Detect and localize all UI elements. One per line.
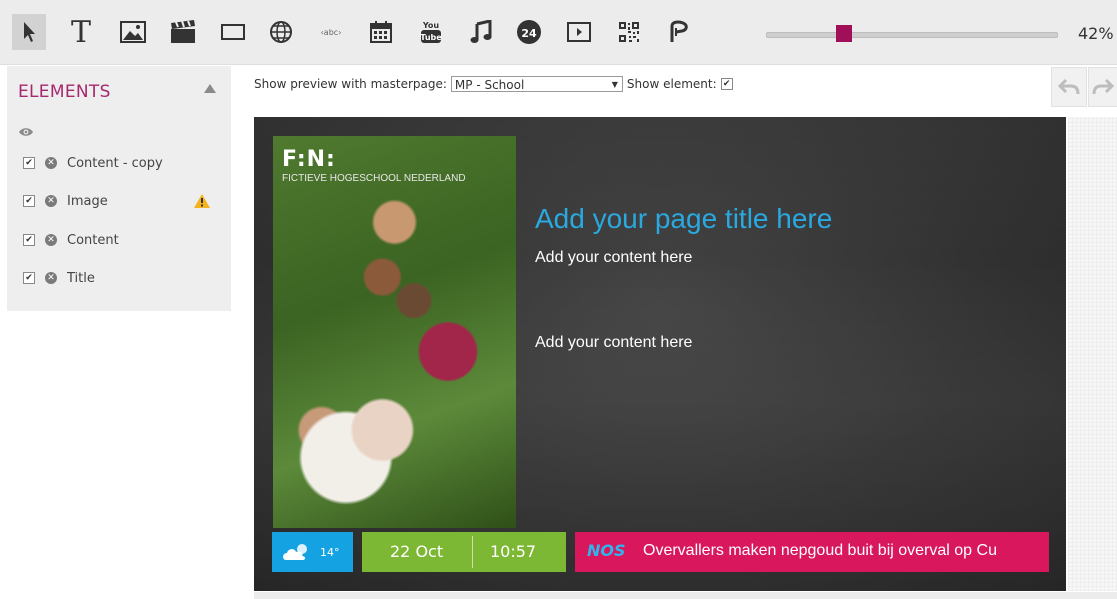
collapse-icon[interactable] [204, 84, 216, 93]
weather-temperature: 14° [320, 545, 340, 559]
image-element[interactable]: F:N: FICTIEVE HOGESCHOOL NEDERLAND [273, 136, 516, 528]
audio-tool[interactable] [464, 14, 498, 50]
dropdown-arrow-icon: ▼ [611, 80, 618, 89]
show-element-label: Show element: [626, 77, 717, 91]
cursor-icon [24, 22, 35, 42]
image-tool[interactable] [116, 14, 150, 50]
element-checkbox[interactable]: ✔ [23, 157, 35, 169]
qr-tool[interactable] [612, 14, 646, 50]
redo-button[interactable] [1088, 67, 1117, 107]
remove-icon[interactable]: ✕ [45, 157, 57, 169]
redo-icon [1092, 78, 1114, 95]
masterpage-value: MP - School [454, 78, 525, 92]
zoom-slider-handle[interactable] [836, 25, 852, 42]
web-tool[interactable] [264, 14, 298, 50]
news-headline: Overvallers maken nepgoud buit bij overv… [643, 542, 997, 559]
signature-tool[interactable] [662, 14, 696, 50]
zoom-slider-track[interactable] [766, 32, 1058, 38]
play-icon [567, 22, 591, 42]
date-time-widget: 22 Oct 10:57 [362, 532, 566, 572]
element-item-content[interactable]: ✔ ✕ Content [23, 230, 119, 250]
ticker-tool[interactable]: ‹abc› [314, 14, 348, 50]
clapperboard-icon [171, 20, 195, 43]
media-tool[interactable] [562, 14, 596, 50]
cloud-sun-icon [283, 544, 307, 560]
title-element[interactable]: Add your page title here [535, 203, 832, 235]
globe-icon [270, 21, 292, 43]
weather-widget: 14° [272, 532, 353, 572]
content-copy-element[interactable]: Add your content here [535, 334, 692, 352]
preview-bar: Show preview with masterpage: MP - Schoo… [254, 76, 733, 92]
content-element[interactable]: Add your content here [535, 249, 692, 267]
date-display: 22 Oct [390, 542, 444, 561]
text-tool[interactable]: T [64, 14, 98, 50]
remove-icon[interactable]: ✕ [45, 234, 57, 246]
element-label: Content - copy [67, 155, 163, 171]
element-checkbox[interactable]: ✔ [23, 195, 35, 207]
element-checkbox[interactable]: ✔ [23, 234, 35, 246]
undo-button[interactable] [1051, 67, 1087, 107]
rectangle-icon [221, 24, 245, 40]
elements-panel: ELEMENTS ✔ ✕ Content - copy ✔ ✕ Image ✔ … [7, 66, 231, 311]
rectangle-tool[interactable] [216, 14, 250, 50]
svg-text:You: You [422, 21, 440, 30]
undo-redo-group [1051, 67, 1117, 107]
time-display: 10:57 [490, 542, 537, 561]
page-canvas[interactable]: F:N: FICTIEVE HOGESCHOOL NEDERLAND Add y… [254, 117, 1066, 591]
element-item-content-copy[interactable]: ✔ ✕ Content - copy [23, 153, 163, 173]
element-label: Image [67, 193, 108, 209]
youtube-icon: You Tube [420, 21, 442, 43]
element-checkbox[interactable]: ✔ [23, 272, 35, 284]
zoom-value: 42% [1078, 24, 1114, 43]
calendar-icon [370, 21, 392, 43]
date-time-divider [472, 536, 473, 568]
element-item-title[interactable]: ✔ ✕ Title [23, 268, 95, 288]
eye-icon[interactable] [18, 126, 34, 138]
music-note-icon [470, 20, 492, 43]
text-icon: T [70, 14, 91, 50]
canvas-side-area [1068, 117, 1117, 591]
element-item-image[interactable]: ✔ ✕ Image [23, 191, 108, 211]
svg-text:Tube: Tube [420, 33, 442, 42]
news-ticker: NOS Overvallers maken nepgoud buit bij o… [575, 532, 1049, 572]
element-label: Title [67, 270, 95, 286]
image-icon [120, 21, 146, 43]
element-label: Content [67, 232, 119, 248]
undo-icon [1058, 78, 1080, 95]
news24-tool[interactable]: 24 [512, 14, 546, 50]
masterpage-select[interactable]: MP - School ▼ [450, 76, 623, 92]
warning-icon [194, 194, 210, 208]
calendar-tool[interactable] [364, 14, 398, 50]
elements-title: ELEMENTS [18, 82, 111, 102]
24-icon: 24 [517, 20, 541, 44]
school-name: FICTIEVE HOGESCHOOL NEDERLAND [282, 173, 466, 184]
toolbar: T ‹abc› You Tube 24 42% [0, 0, 1117, 65]
masterpage-label: Show preview with masterpage: [254, 77, 447, 91]
school-logo: F:N: [282, 147, 336, 172]
news-source: NOS [587, 541, 626, 560]
svg-text:24: 24 [521, 27, 537, 40]
select-tool[interactable] [12, 14, 46, 50]
qr-code-icon [619, 22, 639, 42]
video-tool[interactable] [166, 14, 200, 50]
horizontal-scrollbar[interactable] [254, 592, 1117, 599]
remove-icon[interactable]: ✕ [45, 195, 57, 207]
youtube-tool[interactable]: You Tube [414, 14, 448, 50]
ticker-icon: ‹abc› [320, 27, 342, 37]
pen-icon [670, 20, 688, 42]
remove-icon[interactable]: ✕ [45, 272, 57, 284]
show-element-checkbox[interactable]: ✔ [720, 78, 733, 90]
